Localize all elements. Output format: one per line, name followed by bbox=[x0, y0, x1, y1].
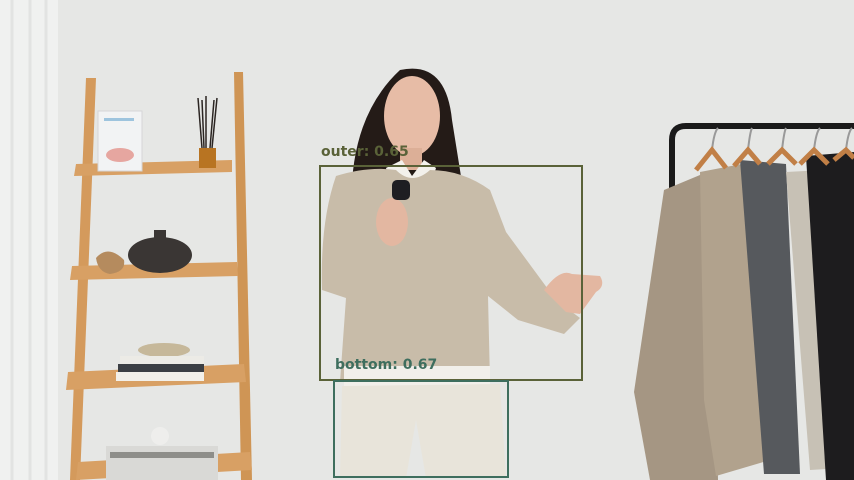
outer-score: 0.65 bbox=[374, 144, 409, 160]
outer-detection-label: outer: 0.65 bbox=[321, 144, 409, 160]
bottom-score: 0.67 bbox=[402, 357, 438, 373]
outer-detection-box bbox=[319, 165, 583, 381]
bottom-detection-label: bottom: 0.67 bbox=[335, 357, 438, 373]
outer-label-text: outer bbox=[321, 144, 364, 160]
bottom-label-text: bottom bbox=[335, 357, 393, 373]
bottom-detection-box bbox=[333, 380, 509, 478]
